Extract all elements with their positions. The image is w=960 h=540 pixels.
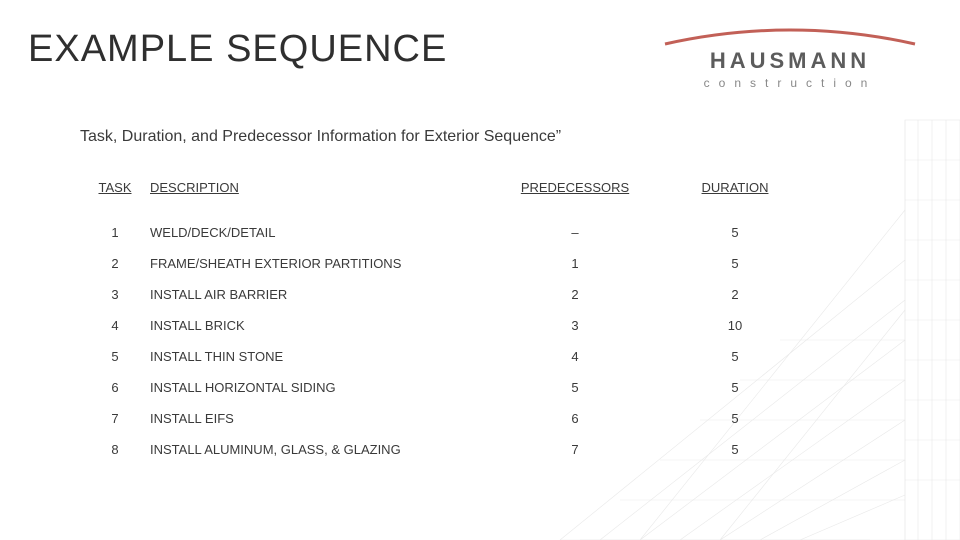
cell-task: 1 (80, 217, 150, 248)
cell-duration: 2 (670, 279, 800, 310)
cell-predecessors: 1 (480, 248, 670, 279)
cell-predecessors: 3 (480, 310, 670, 341)
cell-predecessors: 2 (480, 279, 670, 310)
cell-predecessors: – (480, 217, 670, 248)
cell-task: 3 (80, 279, 150, 310)
cell-description: INSTALL THIN STONE (150, 341, 480, 372)
cell-duration: 5 (670, 248, 800, 279)
slide-subtitle: Task, Duration, and Predecessor Informat… (80, 128, 561, 146)
cell-task: 7 (80, 403, 150, 434)
cell-task: 5 (80, 341, 150, 372)
cell-predecessors: 7 (480, 434, 670, 465)
cell-description: INSTALL BRICK (150, 310, 480, 341)
cell-task: 2 (80, 248, 150, 279)
cell-description: INSTALL AIR BARRIER (150, 279, 480, 310)
slide-title: EXAMPLE SEQUENCE (28, 28, 447, 71)
cell-duration: 10 (670, 310, 800, 341)
cell-duration: 5 (670, 341, 800, 372)
th-predecessors: PREDECESSORS (480, 180, 670, 217)
cell-duration: 5 (670, 217, 800, 248)
cell-duration: 5 (670, 403, 800, 434)
brand-main-text: HAUSMANN (660, 48, 920, 74)
cell-task: 8 (80, 434, 150, 465)
cell-description: FRAME/SHEATH EXTERIOR PARTITIONS (150, 248, 480, 279)
cell-description: WELD/DECK/DETAIL (150, 217, 480, 248)
cell-predecessors: 4 (480, 341, 670, 372)
cell-predecessors: 5 (480, 372, 670, 403)
swoosh-icon (660, 26, 920, 48)
cell-duration: 5 (670, 434, 800, 465)
cell-description: INSTALL ALUMINUM, GLASS, & GLAZING (150, 434, 480, 465)
cell-task: 4 (80, 310, 150, 341)
cell-predecessors: 6 (480, 403, 670, 434)
sequence-table: TASK DESCRIPTION PREDECESSORS DURATION 1… (80, 180, 860, 465)
th-duration: DURATION (670, 180, 800, 217)
cell-description: INSTALL EIFS (150, 403, 480, 434)
cell-task: 6 (80, 372, 150, 403)
cell-description: INSTALL HORIZONTAL SIDING (150, 372, 480, 403)
brand-sub-text: construction (660, 76, 920, 90)
th-task: TASK (80, 180, 150, 217)
th-description: DESCRIPTION (150, 180, 480, 217)
brand-logo: HAUSMANN construction (660, 26, 920, 90)
cell-duration: 5 (670, 372, 800, 403)
